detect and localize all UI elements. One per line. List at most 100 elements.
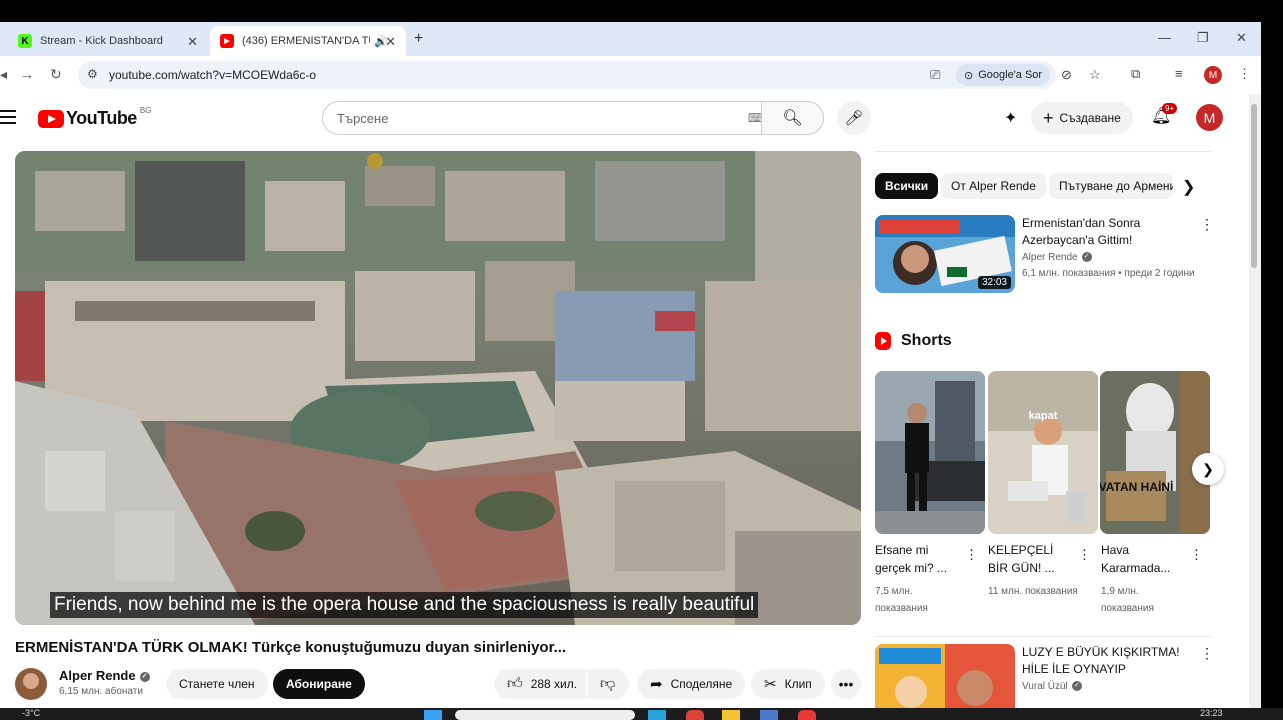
chevron-right-icon: ❯	[1202, 460, 1214, 477]
new-tab-button[interactable]: +	[414, 30, 423, 48]
weather-widget[interactable]: -3°C	[22, 708, 40, 718]
subscribe-button[interactable]: Абониране	[273, 669, 365, 699]
recommended-thumbnail[interactable]	[875, 644, 1015, 708]
short-overlay-text: kapat	[1029, 410, 1058, 422]
youtube-page: YouTube BG Търсене ⌨ 🔍︎ 🎤︎ ✦ + Създаване…	[0, 94, 1249, 708]
youtube-logo[interactable]: YouTube BG	[38, 106, 152, 129]
google-search-chip[interactable]: ⊙ Google'a Sor	[956, 64, 1051, 86]
short-thumbnail[interactable]: kapat	[988, 371, 1098, 534]
short-thumbnail[interactable]	[875, 371, 985, 534]
clip-button[interactable]: ✂ Клип	[751, 669, 825, 699]
create-button[interactable]: + Създаване	[1031, 102, 1133, 134]
recommended-thumbnail[interactable]: 32:03	[875, 215, 1015, 293]
chip-from-channel[interactable]: От Alper Rende	[941, 173, 1046, 199]
taskbar-app-icon[interactable]	[760, 710, 778, 720]
url-text[interactable]: youtube.com/watch?v=MCOEWda6c-o	[109, 68, 316, 82]
browser-menu-icon[interactable]: ⋮	[1238, 66, 1251, 82]
more-vertical-icon[interactable]: ⋮	[1200, 645, 1214, 662]
close-window-icon[interactable]: ✕	[1236, 30, 1247, 46]
video-player[interactable]: Friends, now behind me is the opera hous…	[15, 151, 861, 625]
more-vertical-icon[interactable]: ⋮	[1078, 547, 1091, 563]
scrollbar-thumb[interactable]	[1251, 104, 1257, 268]
divider	[875, 636, 1211, 637]
notifications-button[interactable]: 🔔︎ 9+	[1151, 103, 1178, 126]
verified-check-icon: ✓	[139, 671, 150, 682]
close-tab-icon[interactable]: ✕	[187, 34, 198, 50]
clock[interactable]: 23:23	[1200, 708, 1223, 718]
folder-taskbar-icon[interactable]	[722, 710, 740, 720]
profile-avatar[interactable]: M	[1204, 66, 1222, 84]
more-actions-button[interactable]: •••	[831, 669, 861, 699]
extensions-icon[interactable]: ⧉	[1131, 66, 1140, 82]
restore-icon[interactable]: ❐	[1197, 30, 1209, 46]
more-vertical-icon[interactable]: ⋮	[1200, 216, 1214, 233]
taskbar-app-icon[interactable]	[648, 710, 666, 720]
youtube-icon: ▶	[220, 34, 234, 48]
short-title[interactable]: Hava Kararmada...	[1101, 541, 1189, 577]
mic-icon: 🎤︎	[844, 110, 864, 127]
video-frame-aerial-city	[15, 151, 861, 625]
chip-all[interactable]: Всички	[875, 173, 939, 199]
right-black-edge	[1261, 22, 1283, 708]
chevron-right-icon[interactable]: ❯	[1182, 177, 1195, 197]
shorts-heading: Shorts	[875, 332, 952, 350]
voice-search-button[interactable]: 🎤︎	[837, 101, 871, 135]
short-overlay-text: VATAN HAİNİ	[1100, 479, 1173, 494]
site-info-icon[interactable]: ⚙	[87, 67, 98, 81]
start-icon[interactable]	[424, 710, 442, 720]
sparkle-icon[interactable]: ✦	[1004, 108, 1017, 128]
tab-kick-dashboard[interactable]: K Stream - Kick Dashboard ✕	[8, 26, 208, 56]
chip-travel-armenia[interactable]: Пътуване до Армения	[1049, 173, 1173, 199]
user-avatar[interactable]: M	[1196, 104, 1223, 131]
recommended-channel: Vural Üzül ✓	[1022, 681, 1082, 692]
search-input[interactable]: Търсене	[337, 111, 388, 126]
subscribe-label: Абониране	[286, 677, 352, 691]
omnibox[interactable]: ⚙ youtube.com/watch?v=MCOEWda6c-o ⎚ ⊙ Go…	[78, 61, 1101, 89]
recommended-title[interactable]: Ermenistan'dan Sonra Azerbaycan'a Gittim…	[1022, 215, 1192, 249]
thumbs-up-icon: 👍︎	[507, 675, 523, 692]
channel-name[interactable]: Alper Rende ✓	[59, 668, 150, 683]
reload-icon[interactable]: ↻	[50, 66, 62, 83]
verified-check-icon: ✓	[1071, 681, 1082, 692]
taskbar-app-icon[interactable]	[798, 710, 816, 720]
short-image: VATAN HAİNİ	[1100, 371, 1210, 534]
like-count: 288 хил.	[530, 677, 578, 691]
share-button[interactable]: ➦ Споделяне	[637, 669, 746, 699]
channel-name-text: Alper Rende	[59, 668, 136, 683]
eye-off-icon[interactable]: ⊘	[1061, 67, 1072, 83]
install-app-icon[interactable]: ⎚	[930, 67, 940, 83]
youtube-play-icon	[38, 109, 64, 128]
chrome-taskbar-icon[interactable]	[686, 710, 704, 720]
bookmark-star-icon[interactable]: ☆	[1089, 67, 1101, 83]
short-title[interactable]: Efsane mi gerçek mi? ...	[875, 541, 963, 577]
recommended-title[interactable]: LUZY E BÜYÜK KIŞKIRTMA! HİLE İLE OYNAYIP…	[1022, 644, 1192, 678]
minimize-icon[interactable]: —	[1158, 30, 1171, 45]
more-vertical-icon[interactable]: ⋮	[965, 547, 978, 563]
short-thumbnail[interactable]: VATAN HAİNİ	[1100, 371, 1210, 534]
close-tab-icon[interactable]: ✕	[385, 34, 396, 50]
channel-avatar[interactable]	[15, 668, 47, 700]
create-label: Създаване	[1059, 111, 1121, 125]
google-search-label: Google'a Sor	[978, 69, 1043, 81]
short-title[interactable]: KELEPÇELİ BİR GÜN! ...	[988, 541, 1076, 577]
verified-check-icon: ✓	[1081, 252, 1092, 263]
country-code: BG	[139, 106, 152, 115]
tab-youtube-video[interactable]: ▶ (436) ERMENİSTAN'DA TÜRK 🔊 ✕	[210, 26, 406, 56]
plus-icon: +	[1043, 107, 1054, 128]
search-box[interactable]: Търсене ⌨ 🔍︎	[322, 101, 824, 135]
caption-text: Friends, now behind me is the opera hous…	[50, 592, 759, 618]
forward-icon[interactable]: →	[20, 66, 34, 82]
join-button[interactable]: Станете член	[166, 669, 268, 699]
media-control-icon[interactable]: ≡	[1175, 66, 1183, 81]
hamburger-menu-icon[interactable]	[0, 110, 16, 124]
more-vertical-icon[interactable]: ⋮	[1190, 547, 1203, 563]
like-button[interactable]: 👍︎ 288 хил.	[494, 669, 586, 699]
back-icon[interactable]: ◂	[0, 66, 7, 83]
share-icon: ➦	[650, 676, 663, 693]
short-image: kapat	[988, 371, 1098, 534]
recommended-channel-text: Vural Üzül	[1022, 681, 1068, 692]
search-button[interactable]: 🔍︎	[761, 101, 824, 135]
dislike-button[interactable]: 👎︎	[587, 669, 629, 699]
shorts-next-button[interactable]: ❯	[1192, 453, 1224, 485]
search-bar[interactable]	[455, 710, 635, 720]
